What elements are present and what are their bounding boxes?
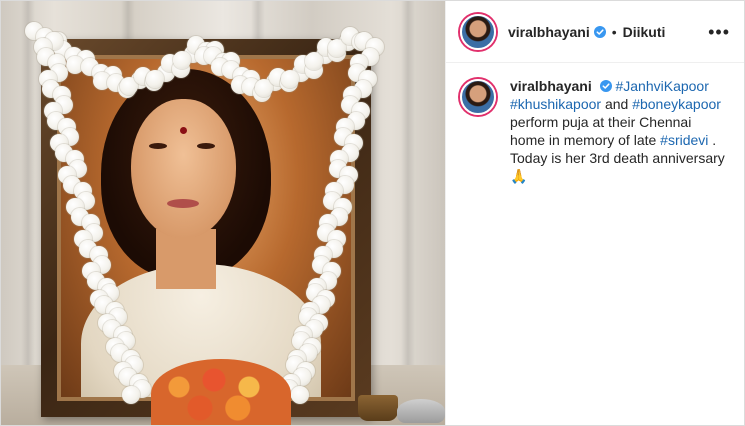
post-photo[interactable] [1, 1, 445, 425]
caption-text-segment: and [601, 96, 633, 112]
hashtag-link[interactable]: #boneykapoor [632, 96, 721, 112]
hashtag-link[interactable]: #sridevi [660, 132, 708, 148]
instagram-post: viralbhayani • Diikuti ••• viralbhayani … [0, 0, 745, 426]
hashtag-link[interactable]: #khushikapoor [510, 96, 601, 112]
portrait-eye [149, 143, 167, 149]
verified-badge-icon [599, 80, 612, 92]
portrait-eye [197, 143, 215, 149]
following-button[interactable]: Diikuti [623, 24, 666, 40]
photo-frame-matting [57, 55, 355, 401]
portrait-image [61, 59, 351, 397]
flower-offering [151, 359, 291, 425]
username-link[interactable]: viralbhayani [508, 24, 590, 40]
hashtag-link[interactable]: #JanhviKapoor [615, 78, 708, 94]
curtain-fold [401, 1, 415, 425]
portrait-lips [167, 199, 199, 208]
caption-username-link[interactable]: viralbhayani [510, 78, 592, 94]
caption-avatar[interactable] [460, 79, 496, 115]
avatar[interactable] [460, 13, 496, 50]
separator-dot: • [611, 23, 617, 40]
caption-text: viralbhayani #JanhviKapoor #khushikapoor… [510, 77, 730, 185]
brass-lamp [358, 395, 398, 421]
puja-plate [397, 399, 445, 423]
verified-badge-icon [593, 25, 606, 38]
post-header: viralbhayani • Diikuti ••• [446, 1, 744, 63]
more-options-icon[interactable]: ••• [708, 23, 730, 41]
folded-hands-icon: 🙏 [510, 168, 528, 184]
post-side-panel: viralbhayani • Diikuti ••• viralbhayani … [445, 1, 744, 425]
portrait-face [131, 99, 236, 239]
portrait-bindi [180, 127, 187, 134]
curtain-fold [21, 1, 35, 425]
post-caption: viralbhayani #JanhviKapoor #khushikapoor… [446, 63, 744, 185]
